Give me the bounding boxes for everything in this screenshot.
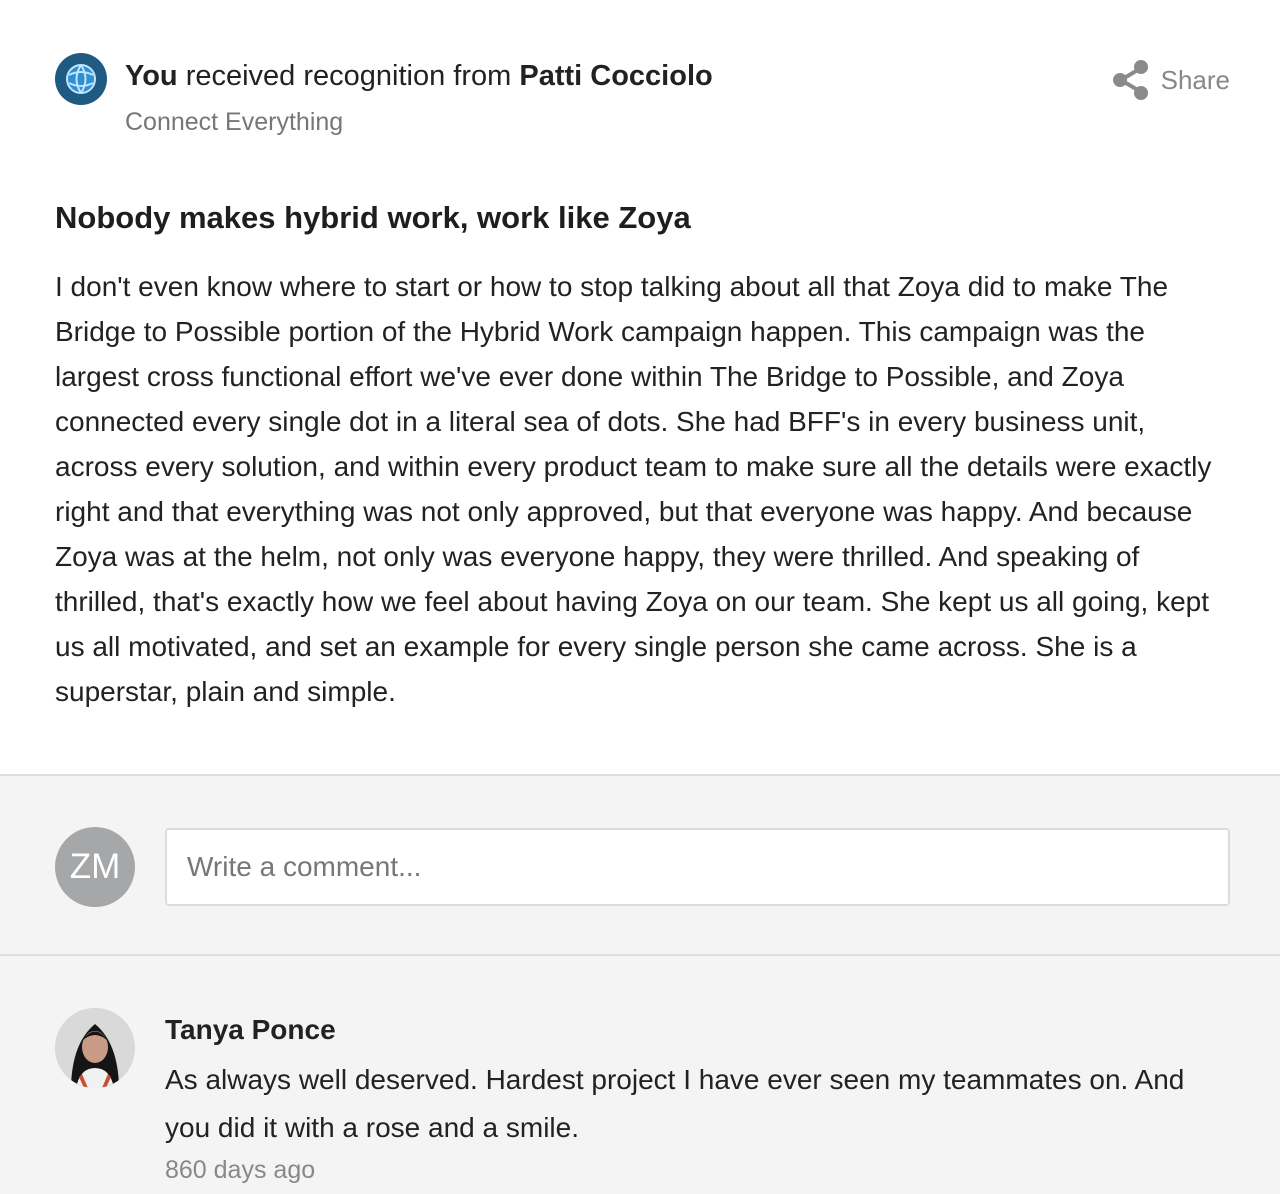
comment-timestamp: 860 days ago (165, 1156, 316, 1184)
comment-input[interactable] (165, 828, 1230, 906)
comment-text: As always well deserved. Hardest project… (165, 1064, 1185, 1143)
recognition-title: Nobody makes hybrid work, work like Zoya (55, 200, 691, 235)
share-button[interactable]: Share (1111, 58, 1230, 102)
globe-icon (66, 64, 96, 94)
comment-author[interactable]: Tanya Ponce (165, 1012, 336, 1048)
share-label: Share (1160, 64, 1230, 95)
globe-badge-icon (55, 53, 107, 105)
commenter-avatar[interactable] (55, 1008, 135, 1088)
share-icon (1112, 60, 1148, 100)
sender-name-link[interactable]: Patti Cocciolo (519, 60, 712, 92)
recognition-detail-page: You received recognition from Patti Cocc… (0, 0, 1280, 1194)
recognition-body: I don't even know where to start or how … (55, 271, 1212, 707)
comment-composer: ZM (0, 774, 1280, 956)
program-name: Connect Everything (125, 108, 344, 136)
recipient-name: You (125, 60, 178, 92)
recognition-action-text: received recognition from (185, 60, 512, 92)
user-avatar: ZM (55, 827, 135, 907)
recognition-headline: You received recognition from Patti Cocc… (125, 58, 713, 94)
comment-list: Tanya Ponce As always well deserved. Har… (0, 956, 1280, 1194)
recognition-header: You received recognition from Patti Cocc… (0, 0, 1280, 175)
profile-photo-icon (55, 1008, 135, 1088)
